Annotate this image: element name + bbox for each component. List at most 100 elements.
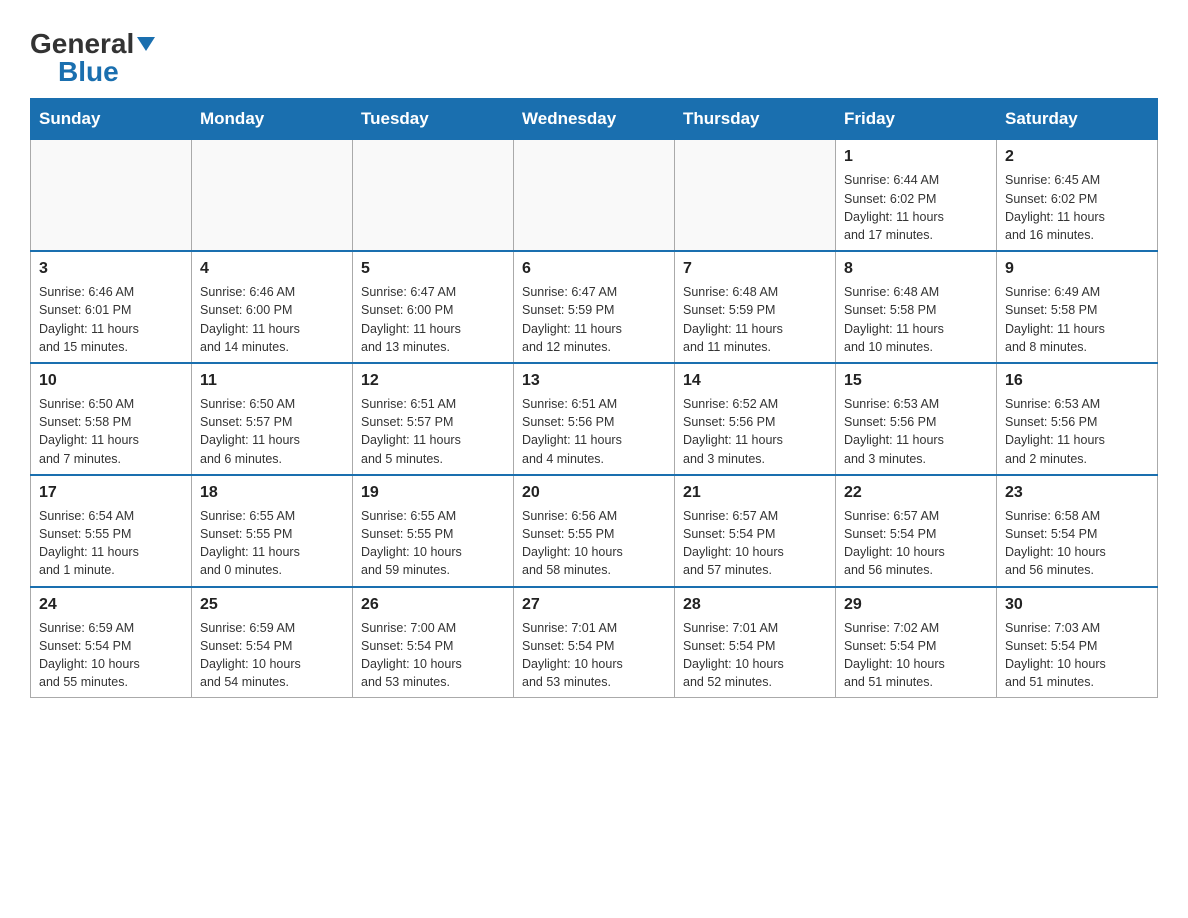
day-info: Sunrise: 6:46 AMSunset: 6:00 PMDaylight:… — [200, 283, 344, 356]
day-info: Sunrise: 7:01 AMSunset: 5:54 PMDaylight:… — [683, 619, 827, 692]
day-number: 7 — [683, 258, 827, 280]
day-number: 19 — [361, 482, 505, 504]
calendar-cell — [353, 140, 514, 251]
day-info: Sunrise: 6:49 AMSunset: 5:58 PMDaylight:… — [1005, 283, 1149, 356]
calendar-cell: 14Sunrise: 6:52 AMSunset: 5:56 PMDayligh… — [675, 363, 836, 475]
weekday-header-tuesday: Tuesday — [353, 99, 514, 140]
calendar-cell: 19 Sunrise: 6:55 AMSunset: 5:55 PMDayligh… — [353, 475, 514, 587]
calendar-cell: 11 Sunrise: 6:50 AMSunset: 5:57 PMDayligh… — [192, 363, 353, 475]
day-info: Sunrise: 6:50 AMSunset: 5:57 PMDaylight:… — [200, 395, 344, 468]
weekday-header-thursday: Thursday — [675, 99, 836, 140]
day-info: Sunrise: 6:45 AMSunset: 6:02 PMDaylight:… — [1005, 171, 1149, 244]
day-info: Sunrise: 6:55 AMSunset: 5:55 PMDaylight:… — [361, 507, 505, 580]
day-number: 22 — [844, 482, 988, 504]
weekday-header-friday: Friday — [836, 99, 997, 140]
calendar-week-row: 24 Sunrise: 6:59 AMSunset: 5:54 PMDayligh… — [31, 587, 1158, 698]
day-info: Sunrise: 6:47 AMSunset: 6:00 PMDaylight:… — [361, 283, 505, 356]
logo-text-bottom: Blue — [58, 58, 119, 86]
day-info: Sunrise: 6:59 AMSunset: 5:54 PMDaylight:… — [39, 619, 183, 692]
day-number: 2 — [1005, 146, 1149, 168]
day-info: Sunrise: 6:48 AMSunset: 5:58 PMDaylight:… — [844, 283, 988, 356]
day-info: Sunrise: 6:51 AMSunset: 5:57 PMDaylight:… — [361, 395, 505, 468]
day-number: 17 — [39, 482, 183, 504]
day-info: Sunrise: 6:54 AMSunset: 5:55 PMDaylight:… — [39, 507, 183, 580]
calendar-cell: 29 Sunrise: 7:02 AMSunset: 5:54 PMDayligh… — [836, 587, 997, 698]
calendar-cell: 1 Sunrise: 6:44 AMSunset: 6:02 PMDaylight… — [836, 140, 997, 251]
weekday-header-sunday: Sunday — [31, 99, 192, 140]
calendar-cell: 16 Sunrise: 6:53 AMSunset: 5:56 PMDayligh… — [997, 363, 1158, 475]
calendar-cell: 3Sunrise: 6:46 AMSunset: 6:01 PMDaylight… — [31, 251, 192, 363]
day-number: 29 — [844, 594, 988, 616]
calendar-table: SundayMondayTuesdayWednesdayThursdayFrid… — [30, 98, 1158, 698]
calendar-week-row: 1 Sunrise: 6:44 AMSunset: 6:02 PMDaylight… — [31, 140, 1158, 251]
calendar-cell: 8 Sunrise: 6:48 AMSunset: 5:58 PMDaylight… — [836, 251, 997, 363]
day-info: Sunrise: 6:55 AMSunset: 5:55 PMDaylight:… — [200, 507, 344, 580]
calendar-cell: 7Sunrise: 6:48 AMSunset: 5:59 PMDaylight… — [675, 251, 836, 363]
calendar-cell: 23 Sunrise: 6:58 AMSunset: 5:54 PMDayligh… — [997, 475, 1158, 587]
calendar-week-row: 3Sunrise: 6:46 AMSunset: 6:01 PMDaylight… — [31, 251, 1158, 363]
calendar-cell: 28 Sunrise: 7:01 AMSunset: 5:54 PMDayligh… — [675, 587, 836, 698]
weekday-header-wednesday: Wednesday — [514, 99, 675, 140]
calendar-cell — [31, 140, 192, 251]
day-info: Sunrise: 7:03 AMSunset: 5:54 PMDaylight:… — [1005, 619, 1149, 692]
day-info: Sunrise: 6:59 AMSunset: 5:54 PMDaylight:… — [200, 619, 344, 692]
calendar-week-row: 10 Sunrise: 6:50 AMSunset: 5:58 PMDayligh… — [31, 363, 1158, 475]
day-number: 27 — [522, 594, 666, 616]
page-header: General Blue — [30, 20, 1158, 86]
day-number: 16 — [1005, 370, 1149, 392]
calendar-cell: 30 Sunrise: 7:03 AMSunset: 5:54 PMDayligh… — [997, 587, 1158, 698]
day-number: 9 — [1005, 258, 1149, 280]
day-number: 26 — [361, 594, 505, 616]
day-info: Sunrise: 6:53 AMSunset: 5:56 PMDaylight:… — [1005, 395, 1149, 468]
calendar-week-row: 17 Sunrise: 6:54 AMSunset: 5:55 PMDayligh… — [31, 475, 1158, 587]
day-info: Sunrise: 7:01 AMSunset: 5:54 PMDaylight:… — [522, 619, 666, 692]
day-info: Sunrise: 6:51 AMSunset: 5:56 PMDaylight:… — [522, 395, 666, 468]
day-number: 13 — [522, 370, 666, 392]
weekday-header-saturday: Saturday — [997, 99, 1158, 140]
day-number: 30 — [1005, 594, 1149, 616]
calendar-cell: 21Sunrise: 6:57 AMSunset: 5:54 PMDayligh… — [675, 475, 836, 587]
calendar-cell: 9 Sunrise: 6:49 AMSunset: 5:58 PMDaylight… — [997, 251, 1158, 363]
calendar-cell: 24 Sunrise: 6:59 AMSunset: 5:54 PMDayligh… — [31, 587, 192, 698]
day-info: Sunrise: 6:53 AMSunset: 5:56 PMDaylight:… — [844, 395, 988, 468]
day-number: 5 — [361, 258, 505, 280]
calendar-cell: 20Sunrise: 6:56 AMSunset: 5:55 PMDayligh… — [514, 475, 675, 587]
day-number: 23 — [1005, 482, 1149, 504]
calendar-cell — [192, 140, 353, 251]
day-info: Sunrise: 7:02 AMSunset: 5:54 PMDaylight:… — [844, 619, 988, 692]
day-info: Sunrise: 6:52 AMSunset: 5:56 PMDaylight:… — [683, 395, 827, 468]
weekday-header-row: SundayMondayTuesdayWednesdayThursdayFrid… — [31, 99, 1158, 140]
day-number: 11 — [200, 370, 344, 392]
calendar-cell: 10 Sunrise: 6:50 AMSunset: 5:58 PMDayligh… — [31, 363, 192, 475]
day-info: Sunrise: 6:47 AMSunset: 5:59 PMDaylight:… — [522, 283, 666, 356]
day-number: 18 — [200, 482, 344, 504]
calendar-cell — [514, 140, 675, 251]
calendar-cell: 27 Sunrise: 7:01 AMSunset: 5:54 PMDayligh… — [514, 587, 675, 698]
day-number: 12 — [361, 370, 505, 392]
day-number: 28 — [683, 594, 827, 616]
day-number: 15 — [844, 370, 988, 392]
day-number: 4 — [200, 258, 344, 280]
day-number: 1 — [844, 146, 988, 168]
day-number: 3 — [39, 258, 183, 280]
calendar-cell: 15 Sunrise: 6:53 AMSunset: 5:56 PMDayligh… — [836, 363, 997, 475]
day-info: Sunrise: 6:50 AMSunset: 5:58 PMDaylight:… — [39, 395, 183, 468]
day-number: 8 — [844, 258, 988, 280]
calendar-cell: 2 Sunrise: 6:45 AMSunset: 6:02 PMDaylight… — [997, 140, 1158, 251]
weekday-header-monday: Monday — [192, 99, 353, 140]
calendar-cell: 12 Sunrise: 6:51 AMSunset: 5:57 PMDayligh… — [353, 363, 514, 475]
day-number: 20 — [522, 482, 666, 504]
calendar-cell: 18 Sunrise: 6:55 AMSunset: 5:55 PMDayligh… — [192, 475, 353, 587]
day-number: 24 — [39, 594, 183, 616]
day-info: Sunrise: 6:44 AMSunset: 6:02 PMDaylight:… — [844, 171, 988, 244]
day-number: 6 — [522, 258, 666, 280]
day-info: Sunrise: 6:58 AMSunset: 5:54 PMDaylight:… — [1005, 507, 1149, 580]
logo-triangle-icon — [137, 37, 155, 51]
calendar-cell: 17 Sunrise: 6:54 AMSunset: 5:55 PMDayligh… — [31, 475, 192, 587]
day-number: 10 — [39, 370, 183, 392]
day-info: Sunrise: 6:57 AMSunset: 5:54 PMDaylight:… — [844, 507, 988, 580]
calendar-cell: 25Sunrise: 6:59 AMSunset: 5:54 PMDayligh… — [192, 587, 353, 698]
calendar-cell — [675, 140, 836, 251]
calendar-cell: 13 Sunrise: 6:51 AMSunset: 5:56 PMDayligh… — [514, 363, 675, 475]
day-number: 21 — [683, 482, 827, 504]
